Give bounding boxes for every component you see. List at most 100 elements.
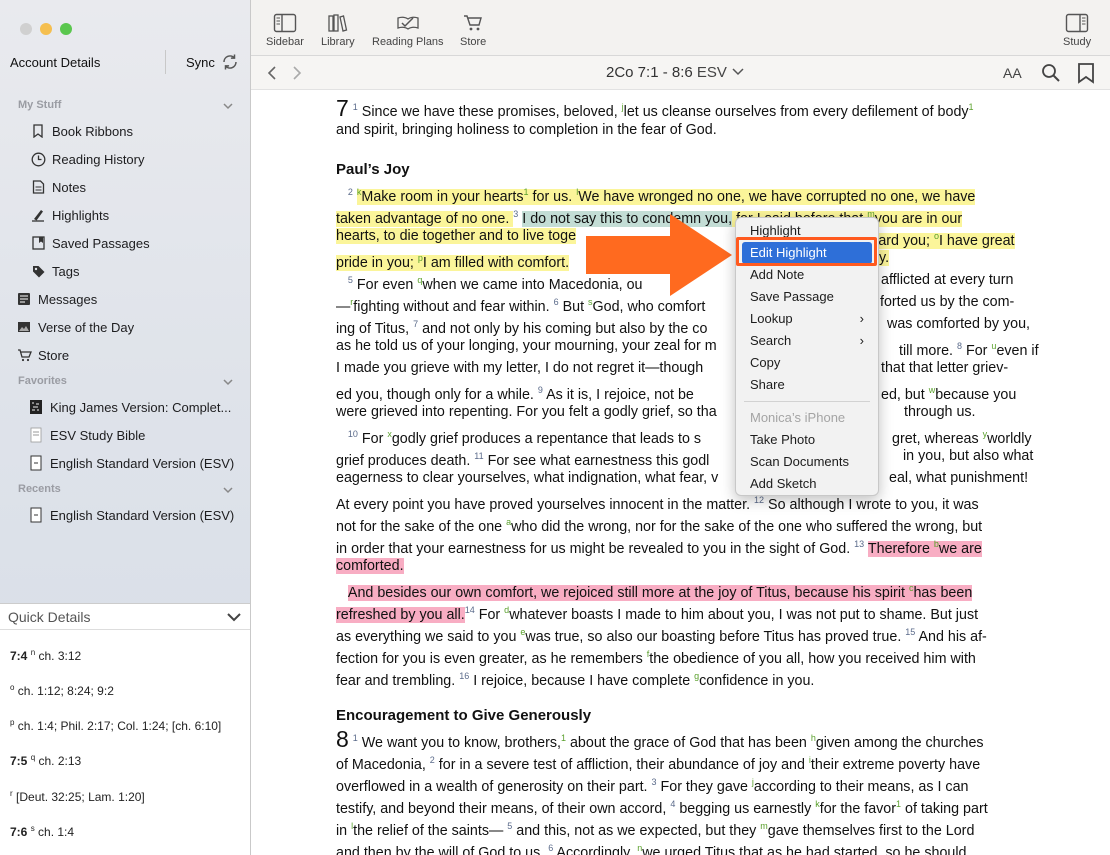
sidebar-item-messages[interactable]: Messages (0, 287, 250, 311)
sidebar-item-label: Store (38, 347, 70, 363)
sidebar-item-store[interactable]: Store (0, 343, 250, 367)
book-cover-icon (28, 427, 44, 443)
text-line: overflowed in a wealth of generosity on … (336, 777, 969, 795)
text-line: fear and trembling. 16 I rejoice, becaus… (336, 671, 815, 689)
messages-icon (16, 291, 32, 307)
section-heading: Paul’s Joy (336, 161, 410, 178)
text-line: through us. (904, 404, 976, 420)
text-line: ed you, though only for a while. 9 As it… (336, 385, 694, 403)
text-line: 8 1 We want you to know, brothers,1 abou… (336, 725, 984, 752)
annotation-highlight-box (736, 237, 877, 266)
sidebar-item-label: English Standard Version (ESV) (50, 507, 235, 523)
forward-arrow-icon[interactable] (291, 65, 303, 81)
sidebar-item-highlights[interactable]: Highlights (0, 203, 250, 227)
sidebar-item-tags[interactable]: Tags (0, 259, 250, 283)
cross-reference-row[interactable]: 7:4 n ch. 3:12 (10, 648, 81, 663)
text-line: till more. 8 For ueven if (899, 341, 1039, 359)
menu-item-label: Lookup (750, 311, 793, 326)
sidebar-item-reading-history[interactable]: Reading History (0, 147, 250, 171)
sidebar-item-label: Tags (52, 263, 80, 279)
menu-item-scan-documents[interactable]: Scan Documents (742, 451, 872, 473)
section-heading: Encouragement to Give Generously (336, 707, 592, 724)
toolbar-label: Study (1063, 36, 1092, 48)
sidebar-icon (273, 13, 297, 33)
text-line: and then by the will of God to us. 6 Acc… (336, 843, 967, 855)
chevron-down-icon[interactable] (226, 611, 242, 623)
reading-plans-icon (397, 16, 419, 30)
menu-item-label: Search (750, 333, 792, 348)
book-cover-icon (28, 455, 44, 471)
menu-separator (744, 401, 870, 402)
text-line: in you, but also what (903, 448, 1034, 464)
menu-item-save-passage[interactable]: Save Passage (742, 286, 872, 308)
text-line: forted us by the com- (880, 294, 1015, 310)
text-line: ing of Titus, 7 and not only by his comi… (336, 319, 708, 337)
sidebar-item-kjv[interactable]: King James Version: Complet... (0, 395, 250, 419)
text-line: not for the sake of the one awho did the… (336, 517, 983, 535)
sidebar-item-verse-of-the-day[interactable]: Verse of the Day (0, 315, 250, 339)
library-button[interactable]: Library (321, 13, 355, 48)
search-icon[interactable] (1041, 63, 1061, 83)
study-button[interactable]: Study (1063, 13, 1091, 48)
section-my-stuff[interactable]: My Stuff (18, 99, 61, 111)
account-details-button[interactable]: Account Details (10, 55, 100, 70)
font-size-button[interactable]: AA (1003, 65, 1022, 81)
chevron-right-icon: › (859, 333, 864, 348)
text-line: And besides our own comfort, we rejoiced… (347, 583, 973, 601)
cross-reference-row[interactable]: p ch. 1:4; Phil. 2:17; Col. 1:24; [ch. 6… (10, 718, 221, 733)
sidebar-item-label: English Standard Version (ESV) (50, 455, 235, 471)
menu-item-add-sketch[interactable]: Add Sketch (742, 473, 872, 495)
cross-reference-row[interactable]: 7:6 s ch. 1:4 (10, 824, 74, 839)
navigation-bar: 2Co 7:1 - 8:6 ESV AA (251, 56, 1110, 90)
saved-passage-icon (30, 235, 46, 251)
chevron-down-icon[interactable] (222, 376, 234, 388)
chevron-down-icon[interactable] (222, 100, 234, 112)
text-line: was comforted by you, (887, 316, 1031, 332)
chevron-down-icon[interactable] (222, 484, 234, 496)
passage-reference-selector[interactable]: 2Co 7:1 - 8:6 ESV (606, 64, 745, 81)
bookmark-icon[interactable] (1077, 62, 1095, 84)
bible-version: ESV (696, 64, 727, 81)
sidebar-item-notes[interactable]: Notes (0, 175, 250, 199)
cross-reference-row[interactable]: 7:5 q ch. 2:13 (10, 753, 81, 768)
menu-item-lookup[interactable]: Lookup › (742, 308, 872, 330)
book-cover-icon (28, 399, 44, 415)
sidebar-item-esv-study-bible[interactable]: ESV Study Bible (0, 423, 250, 447)
sync-icon[interactable] (220, 52, 240, 72)
sidebar-item-book-ribbons[interactable]: Book Ribbons (0, 119, 250, 143)
bookmark-icon (30, 123, 46, 139)
cross-reference-row[interactable]: o ch. 1:12; 8:24; 9:2 (10, 683, 114, 698)
sidebar-toggle-button[interactable]: Sidebar (266, 13, 304, 48)
close-window-button[interactable] (20, 23, 32, 35)
store-button[interactable]: Store (460, 13, 486, 48)
zoom-window-button[interactable] (60, 23, 72, 35)
sidebar-item-recent-esv[interactable]: English Standard Version (ESV) (0, 503, 250, 527)
cross-reference-row[interactable]: r [Deut. 32:25; Lam. 1:20] (10, 789, 145, 804)
clock-icon (30, 151, 46, 167)
reading-plans-button[interactable]: Reading Plans (372, 13, 444, 48)
menu-item-share[interactable]: Share (742, 374, 872, 396)
toolbar-label: Reading Plans (372, 36, 444, 48)
menu-item-add-note[interactable]: Add Note (742, 264, 872, 286)
menu-item-search[interactable]: Search › (742, 330, 872, 352)
toolbar-label: Library (321, 36, 355, 48)
section-recents[interactable]: Recents (18, 483, 61, 495)
menu-item-copy[interactable]: Copy (742, 352, 872, 374)
back-arrow-icon[interactable] (266, 65, 278, 81)
text-line: and spirit, bringing holiness to complet… (336, 122, 717, 138)
sync-button[interactable]: Sync (186, 55, 215, 70)
minimize-window-button[interactable] (40, 23, 52, 35)
text-line: in lthe relief of the saints— 5 and this… (336, 821, 975, 839)
sidebar-item-label: Notes (52, 179, 86, 195)
menu-item-take-photo[interactable]: Take Photo (742, 429, 872, 451)
text-line: I made you grieve with my letter, I do n… (336, 360, 704, 376)
text-line: At every point you have proved yourselve… (336, 495, 979, 513)
sidebar-item-esv[interactable]: English Standard Version (ESV) (0, 451, 250, 475)
quick-details-header[interactable]: Quick Details (0, 604, 250, 630)
text-line: that that letter griev- (881, 360, 1009, 376)
section-favorites[interactable]: Favorites (18, 375, 67, 387)
sidebar-item-label: Messages (38, 291, 98, 307)
sidebar-item-saved-passages[interactable]: Saved Passages (0, 231, 250, 255)
text-line: as he told us of your longing, your mour… (336, 338, 717, 354)
toolbar: Sidebar Library Reading Plans Store Stud… (251, 0, 1110, 56)
